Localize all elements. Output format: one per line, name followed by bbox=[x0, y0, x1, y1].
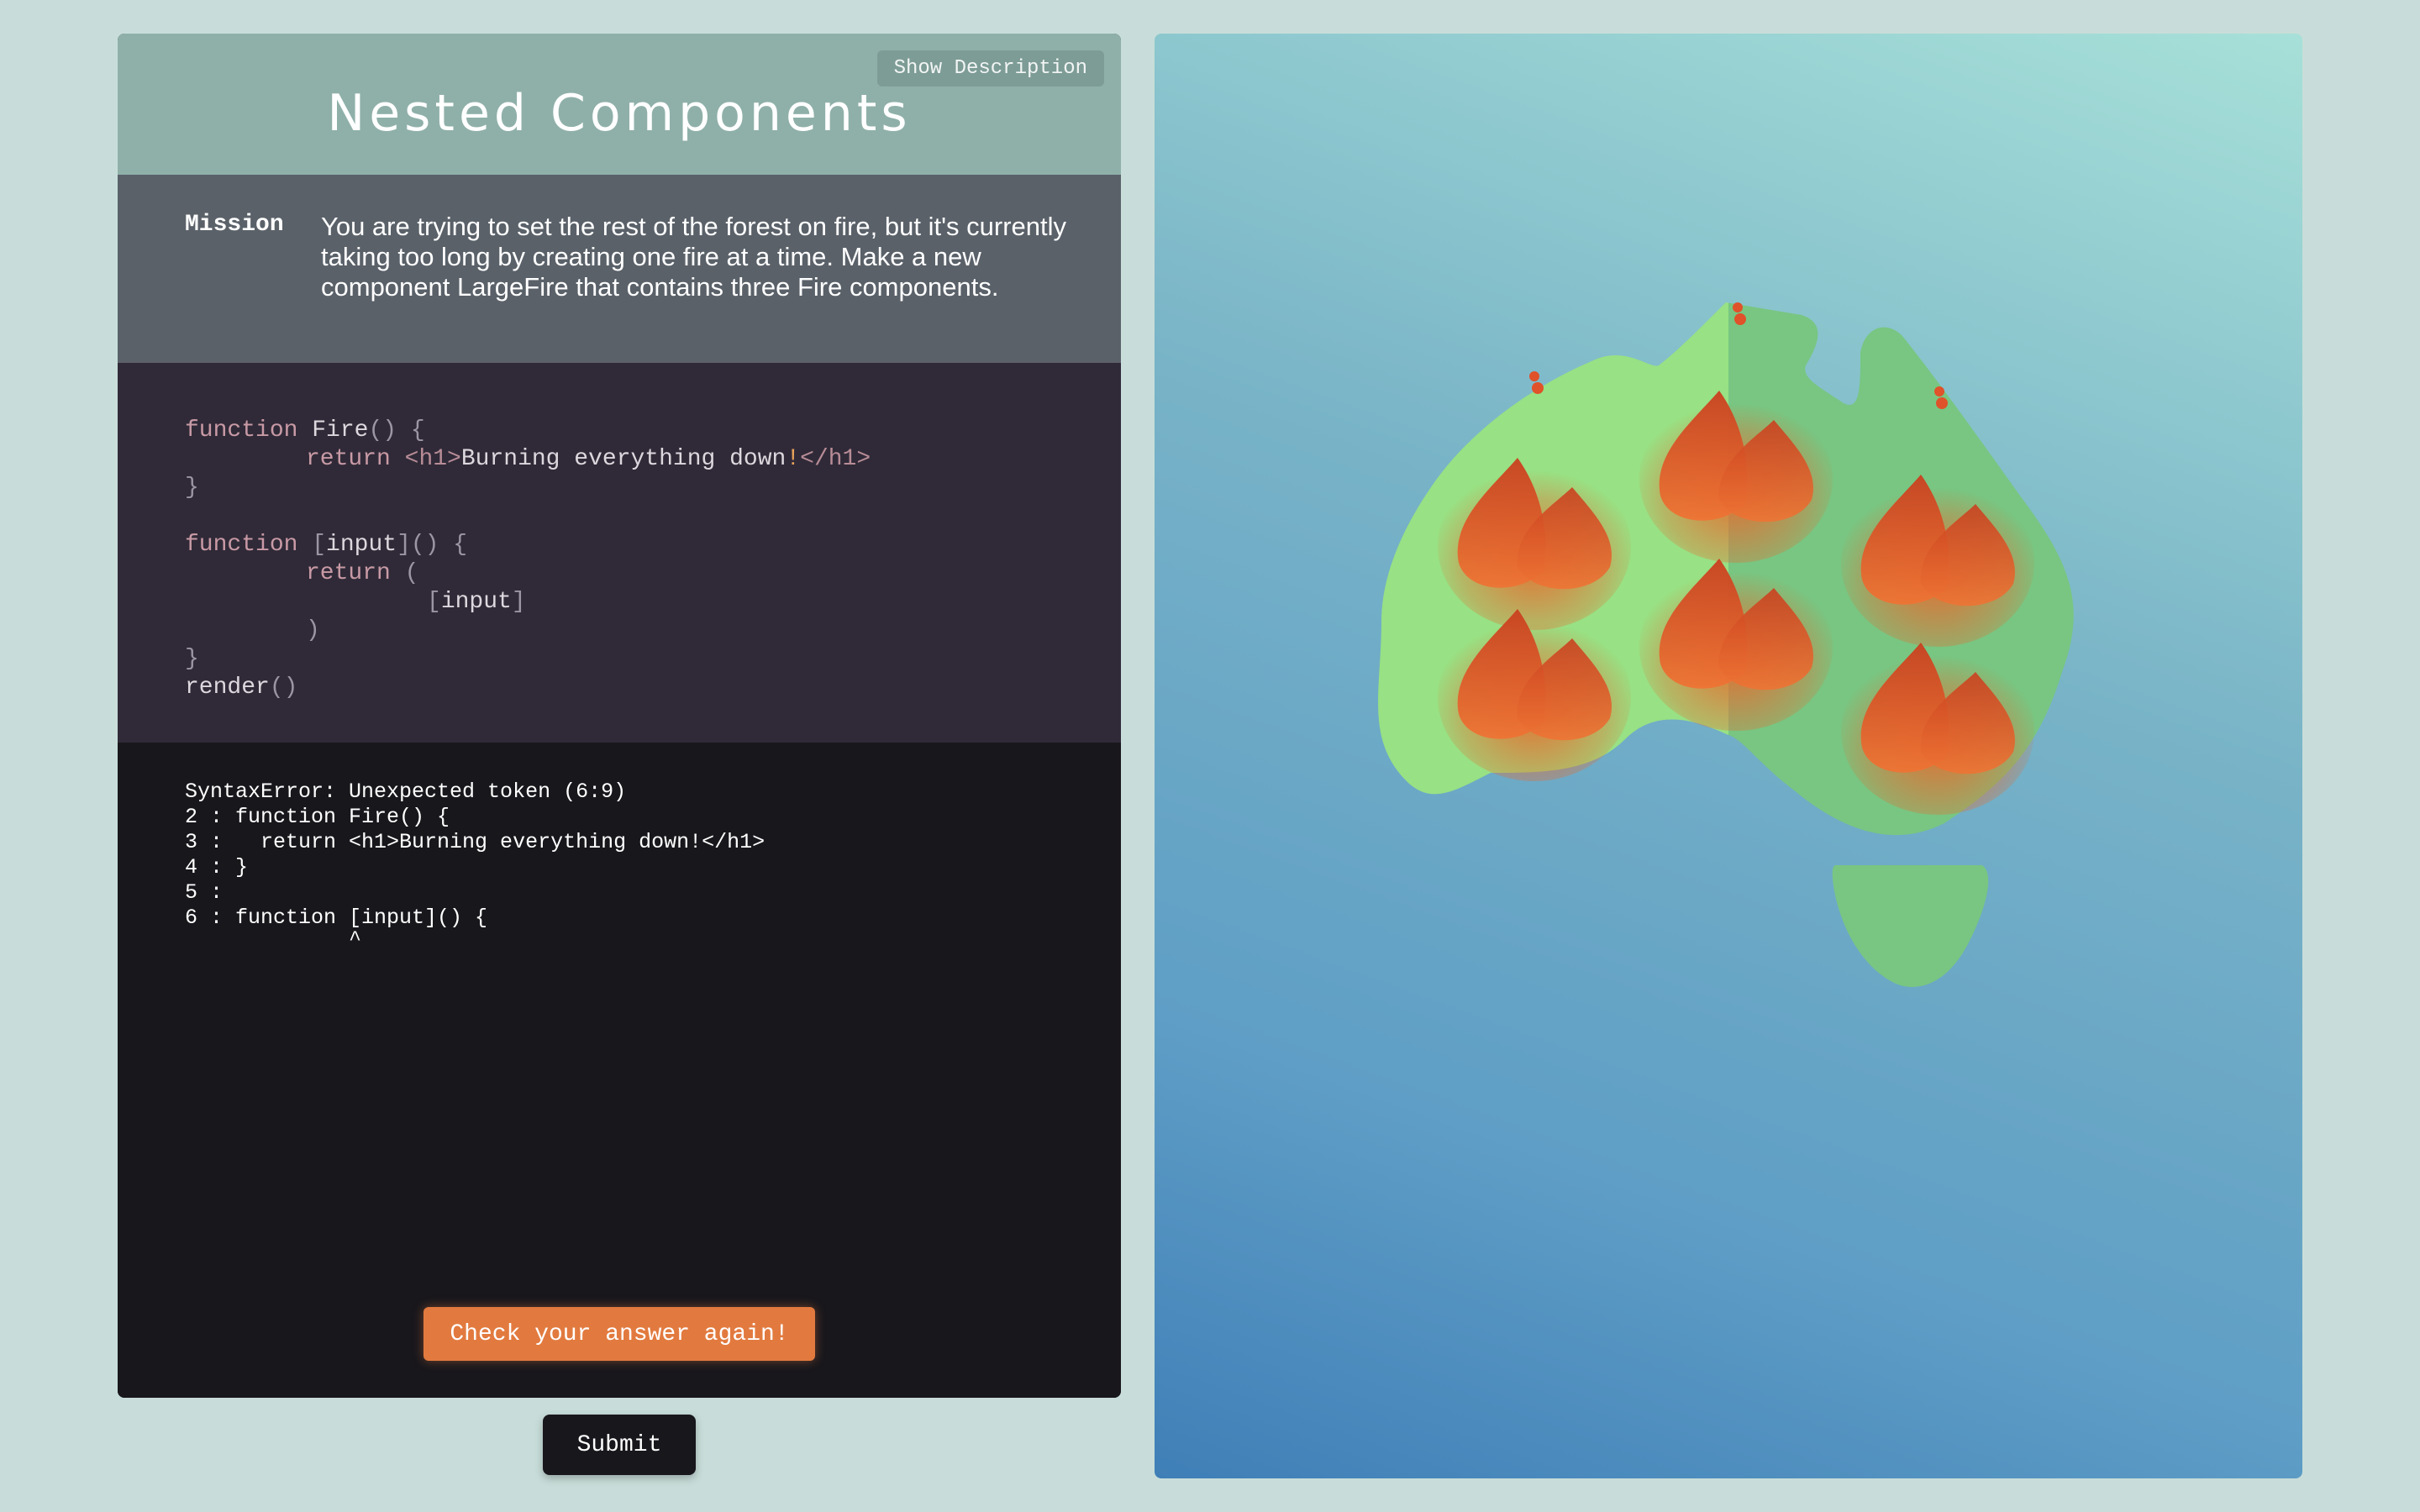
code-line-2: return <h1>Burning everything down!</h1> bbox=[306, 445, 871, 474]
code-keyword: return bbox=[306, 446, 391, 472]
code-punctuation: () bbox=[269, 675, 298, 701]
code-editor[interactable]: function Fire() { return <h1>Burning eve… bbox=[118, 363, 1121, 743]
code-line-5: function [input]() { bbox=[185, 532, 468, 558]
game-scene bbox=[1155, 34, 2302, 1478]
error-line: 4 : } bbox=[185, 855, 249, 879]
code-line-10: render() bbox=[185, 674, 297, 702]
error-line: 2 : function Fire() { bbox=[185, 805, 450, 829]
code-line-3: } bbox=[185, 475, 199, 501]
tasmania-island bbox=[1832, 865, 1989, 987]
level-header: Show Description Nested Components bbox=[118, 34, 1121, 175]
code-keyword: return bbox=[306, 560, 391, 586]
forest-map bbox=[1378, 302, 2074, 987]
code-line-9: } bbox=[185, 646, 199, 672]
code-keyword: function bbox=[185, 417, 298, 444]
level-panel: Show Description Nested Components Missi… bbox=[118, 34, 1121, 1398]
code-identifier: Fire bbox=[297, 417, 369, 444]
check-answer-button[interactable]: Check your answer again! bbox=[424, 1307, 815, 1361]
show-description-button[interactable]: Show Description bbox=[876, 50, 1104, 87]
code-identifier: render bbox=[185, 675, 270, 701]
code-punctuation: ! bbox=[786, 446, 801, 472]
error-line: SyntaxError: Unexpected token (6:9) bbox=[185, 780, 627, 804]
code-tag: </h1> bbox=[800, 446, 871, 472]
code-line-8: ) bbox=[306, 617, 320, 643]
code-punctuation: ( bbox=[390, 560, 419, 586]
submit-button[interactable]: Submit bbox=[543, 1415, 696, 1475]
error-line: 3 : return <h1>Burning everything down!<… bbox=[185, 830, 765, 854]
component-name-input[interactable]: input bbox=[326, 532, 397, 558]
code-line-1: function Fire() { bbox=[185, 417, 425, 445]
error-caret: ^ bbox=[185, 927, 362, 952]
mission-label: Mission bbox=[185, 212, 284, 238]
code-line-6: return ( bbox=[306, 559, 418, 588]
error-console: SyntaxError: Unexpected token (6:9) 2 : … bbox=[118, 743, 1121, 1398]
page-title: Nested Components bbox=[327, 84, 912, 143]
error-line: 5 : bbox=[185, 880, 224, 905]
code-punctuation: () { bbox=[410, 532, 468, 558]
code-punctuation: () { bbox=[368, 417, 425, 444]
code-line-7: [input] bbox=[427, 589, 526, 615]
code-keyword: function bbox=[185, 532, 298, 558]
code-text: Burning everything down bbox=[460, 446, 786, 472]
component-body-input[interactable]: input bbox=[441, 589, 512, 615]
mission-text: You are trying to set the rest of the fo… bbox=[321, 212, 1066, 302]
code-tag: <h1> bbox=[404, 446, 461, 472]
mission-section: Mission You are trying to set the rest o… bbox=[118, 175, 1121, 363]
